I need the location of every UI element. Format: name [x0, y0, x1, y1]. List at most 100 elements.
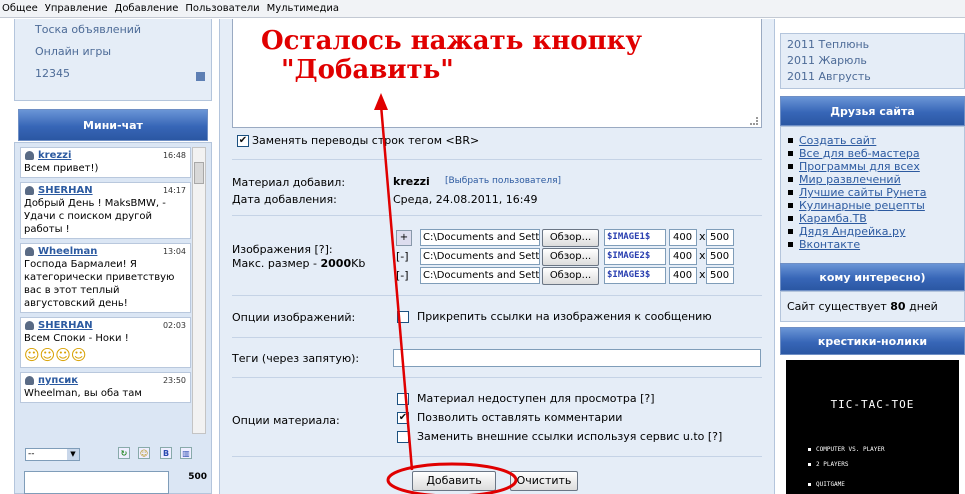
friend-link[interactable]: Лучшие сайты Рунета [781, 186, 964, 199]
unavailable-label: Материал недоступен для просмотра [?] [417, 392, 655, 405]
max-size-value: 2000 [320, 257, 352, 270]
refresh-icon[interactable]: ↻ [118, 447, 130, 459]
friend-link[interactable]: Дядя Андрейка.ру [781, 225, 964, 238]
max-size-label: Макс. размер - [232, 257, 321, 270]
site-age-prefix: Сайт существует [787, 300, 891, 313]
game-option[interactable]: QUITGAME [808, 481, 845, 488]
chat-time: 02:03 [162, 321, 186, 330]
x-separator: x [699, 268, 706, 281]
chat-text: Господа Бармалеи! Я категорически привет… [24, 259, 175, 309]
chat-time: 13:04 [162, 247, 186, 256]
left-column: Тоска объявлений Онлайн игры 12345 Мини-… [14, 19, 212, 494]
smiley-icon[interactable]: ☺ [138, 447, 150, 459]
minichat-title: Мини-чат [18, 109, 208, 141]
uto-checkbox[interactable] [397, 431, 409, 443]
image-tag[interactable]: $IMAGE1$ [604, 229, 666, 246]
message-textarea[interactable]: Осталось нажать кнопку "Добавить" [232, 19, 762, 128]
friends-title: Друзья сайта [780, 96, 965, 126]
char-counter: 500 [188, 472, 207, 482]
remove-image-button[interactable]: [-] [396, 269, 409, 282]
tags-input[interactable] [393, 349, 761, 367]
top-menu-bar: Общее Управление Добавление Пользователи… [0, 0, 965, 18]
image-tag[interactable]: $IMAGE2$ [604, 248, 666, 265]
chat-input[interactable] [24, 471, 169, 494]
chat-select[interactable]: -- ▼ [25, 448, 80, 461]
br-checkbox[interactable]: ✔ [237, 135, 249, 147]
interest-title: кому интересно) [780, 263, 965, 291]
image-width-input[interactable]: 400 [669, 229, 697, 246]
tags-label: Теги (через запятую): [232, 352, 360, 365]
unavailable-checkbox[interactable] [397, 393, 409, 405]
archive-link[interactable]: 2011 Авгрусть [781, 69, 964, 85]
friend-link[interactable]: Карамба.ТВ [781, 212, 964, 225]
chat-message: SHERHAN 02:03 Всем Споки - Ноки ! ☺☺☺☺ [20, 317, 191, 368]
resize-grip-icon[interactable] [750, 117, 758, 125]
add-submit-button[interactable]: Добавить [412, 471, 496, 491]
image-width-input[interactable]: 400 [669, 248, 697, 265]
chat-scrollbar[interactable] [192, 147, 206, 434]
clear-button[interactable]: Очистить [510, 471, 578, 491]
game-option[interactable]: COMPUTER VS. PLAYER [808, 446, 885, 453]
archive-link[interactable]: 2011 Жарюль [781, 53, 964, 69]
friend-link[interactable]: Вконтакте [781, 238, 964, 251]
max-size-line: Макс. размер - 2000Kb [232, 257, 365, 270]
divider [232, 215, 762, 216]
friend-link[interactable]: Программы для всех [781, 160, 964, 173]
emoticons-icon: ☺☺☺☺ [24, 346, 87, 364]
friend-link[interactable]: Создать сайт [781, 134, 964, 147]
image-height-input[interactable]: 500 [706, 229, 734, 246]
image-height-input[interactable]: 500 [706, 267, 734, 284]
game-option[interactable]: 2 PLAYERS [808, 461, 849, 468]
chat-message-list: krezzi 16:48 Всем привет!) SHERHAN 14:17… [20, 147, 191, 434]
uto-label: Заменить внешние ссылки используя сервис… [417, 430, 723, 443]
date-value: Среда, 24.08.2011, 16:49 [393, 193, 538, 206]
x-separator: x [699, 230, 706, 243]
bold-icon[interactable]: B [160, 447, 172, 459]
remove-image-button[interactable]: [-] [396, 250, 409, 263]
game-title: крестики-нолики [780, 327, 965, 355]
left-nav-item[interactable]: 12345 [15, 63, 211, 85]
menu-users[interactable]: Пользователи [185, 3, 259, 14]
comments-checkbox[interactable]: ✔ [397, 412, 409, 424]
images-label: Изображения [?]: [232, 243, 333, 256]
scroll-thumb[interactable] [194, 162, 204, 184]
minichat-box: krezzi 16:48 Всем привет!) SHERHAN 14:17… [14, 142, 212, 494]
file-path-input[interactable]: C:\Documents and Setti [420, 229, 540, 246]
friends-list: Создать сайт Все для веб-мастера Програм… [781, 134, 964, 251]
image-tag[interactable]: $IMAGE3$ [604, 267, 666, 284]
add-image-button[interactable]: + [396, 230, 412, 246]
chat-select-value: -- [28, 449, 35, 459]
chat-time: 14:17 [162, 186, 186, 195]
menu-general[interactable]: Общее [2, 3, 38, 14]
annotation-line: Осталось нажать кнопку [261, 26, 643, 56]
choose-user-link[interactable]: [Выбрать пользователя] [445, 176, 561, 186]
menu-management[interactable]: Управление [45, 3, 108, 14]
tic-tac-toe-game[interactable]: TIC-TAC-TOE COMPUTER VS. PLAYER 2 PLAYER… [786, 360, 959, 494]
friends-box: Создать сайт Все для веб-мастера Програм… [780, 126, 965, 265]
chat-text: Всем привет!) [24, 163, 99, 174]
browse-button[interactable]: Обзор... [542, 267, 599, 285]
menu-multimedia[interactable]: Мультимедиа [267, 3, 339, 14]
left-nav-item[interactable]: Онлайн игры [15, 41, 211, 63]
annotation-line: "Добавить" [281, 55, 454, 85]
file-path-input[interactable]: C:\Documents and Setti [420, 248, 540, 265]
friend-link[interactable]: Все для веб-мастера [781, 147, 964, 160]
chat-message: krezzi 16:48 Всем привет!) [20, 147, 191, 178]
game-name: TIC-TAC-TOE [830, 398, 915, 411]
image-height-input[interactable]: 500 [706, 248, 734, 265]
file-path-input[interactable]: C:\Documents and Setti [420, 267, 540, 284]
left-nav: Тоска объявлений Онлайн игры 12345 [14, 19, 212, 101]
left-nav-item[interactable]: Тоска объявлений [15, 19, 211, 41]
divider [232, 456, 762, 457]
friend-link[interactable]: Кулинарные рецепты [781, 199, 964, 212]
image-width-input[interactable]: 400 [669, 267, 697, 284]
archive-box: 2011 Теплюнь 2011 Жарюль 2011 Авгрусть [780, 33, 965, 89]
menu-adding[interactable]: Добавление [115, 3, 179, 14]
browse-button[interactable]: Обзор... [542, 248, 599, 266]
attach-links-checkbox[interactable] [397, 311, 409, 323]
archive-link[interactable]: 2011 Теплюнь [781, 37, 964, 53]
browse-button[interactable]: Обзор... [542, 229, 599, 247]
bbcode-icon[interactable]: ▥ [180, 447, 192, 459]
added-by-value: krezzi [393, 175, 430, 188]
friend-link[interactable]: Мир развлечений [781, 173, 964, 186]
